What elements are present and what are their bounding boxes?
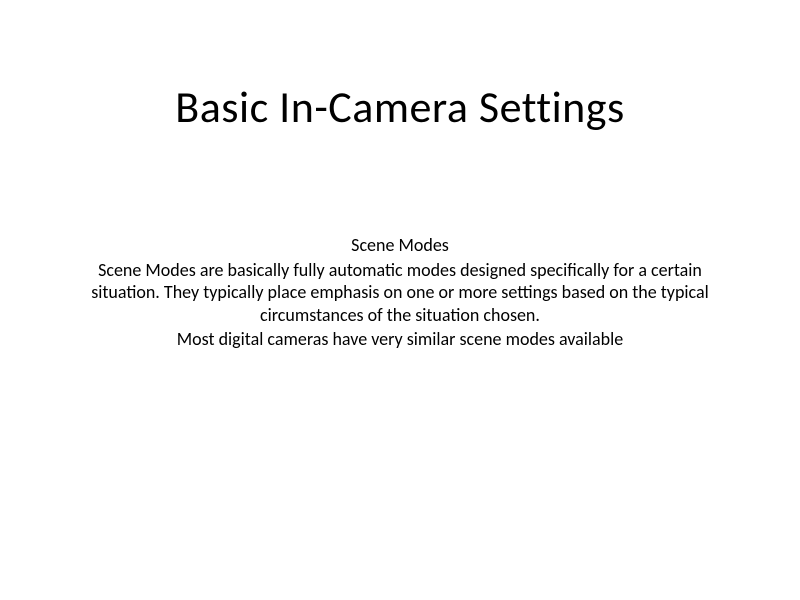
slide-content: Scene Modes Scene Modes are basically fu… — [90, 234, 710, 351]
content-paragraph-1: Scene Modes are basically fully automati… — [90, 259, 710, 327]
slide-container: Basic In-Camera Settings Scene Modes Sce… — [0, 0, 800, 600]
slide-title: Basic In-Camera Settings — [90, 80, 710, 134]
content-paragraph-2: Most digital cameras have very similar s… — [90, 328, 710, 351]
content-subtitle: Scene Modes — [90, 234, 710, 257]
